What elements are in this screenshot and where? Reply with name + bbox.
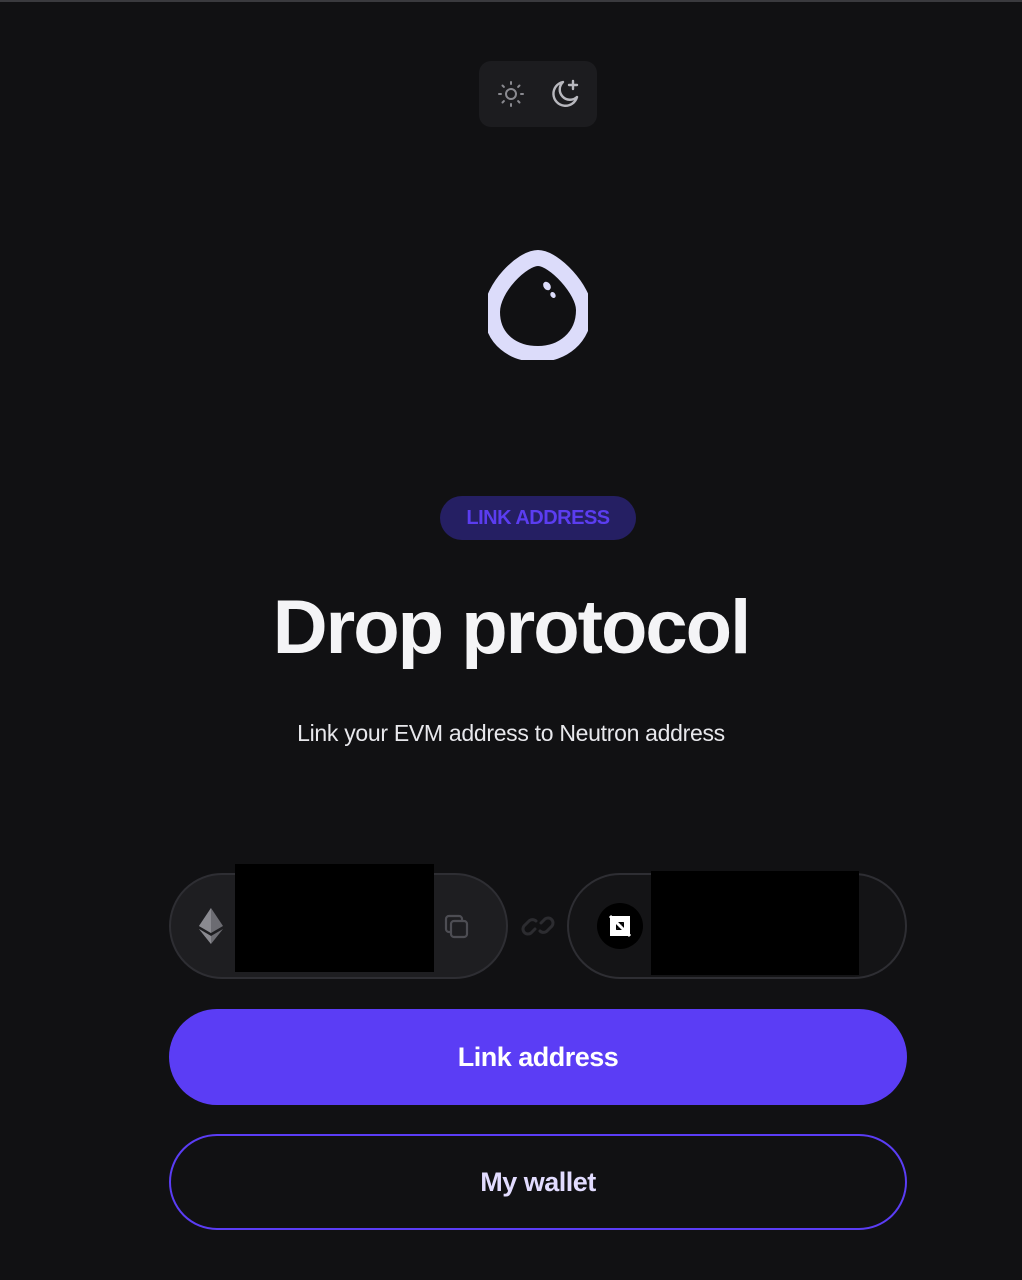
link-address-badge: LINK ADDRESS <box>440 496 636 540</box>
theme-toggle <box>479 61 597 127</box>
light-mode-button[interactable] <box>494 77 528 111</box>
moon-icon <box>552 79 579 107</box>
drop-logo-icon <box>488 250 588 360</box>
dark-mode-button[interactable] <box>548 77 582 111</box>
page-subtitle: Link your EVM address to Neutron address <box>297 720 725 746</box>
neutron-icon <box>597 903 643 949</box>
copy-icon[interactable] <box>442 912 472 942</box>
neutron-address-redacted <box>651 871 859 975</box>
page-title: Drop protocol <box>272 585 751 670</box>
page: LINK ADDRESS Drop protocol Link your EVM… <box>0 0 1022 1280</box>
ethereum-icon <box>199 908 223 944</box>
my-wallet-button[interactable]: My wallet <box>169 1134 907 1230</box>
evm-address-redacted <box>235 864 434 972</box>
link-icon <box>521 916 555 936</box>
link-address-button[interactable]: Link address <box>169 1009 907 1105</box>
sun-icon <box>498 81 524 107</box>
